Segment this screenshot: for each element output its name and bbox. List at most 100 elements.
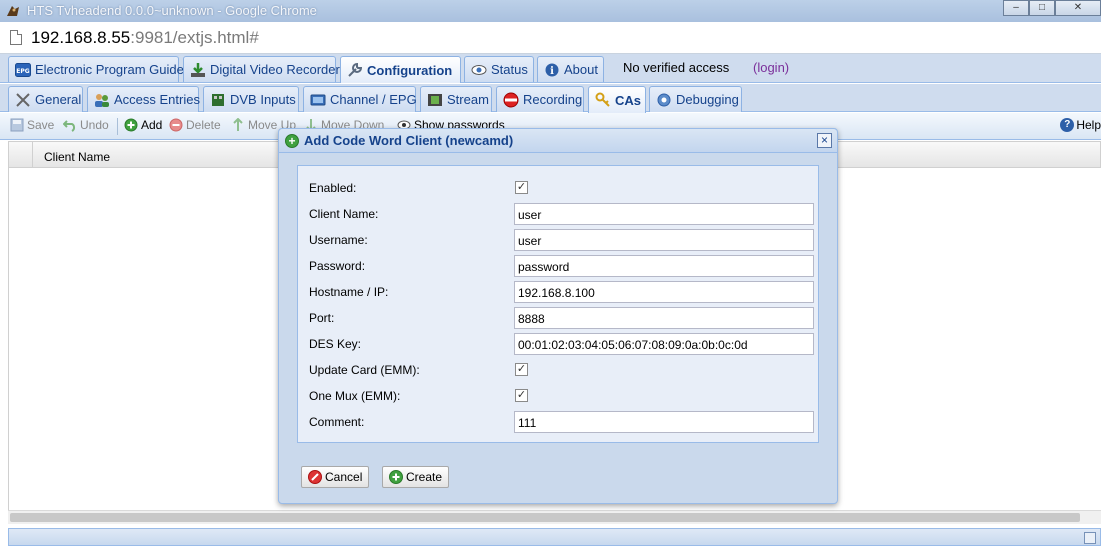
tab-configuration-label: Configuration bbox=[367, 62, 453, 78]
undo-icon bbox=[63, 118, 77, 132]
one-mux-label: One Mux (EMM): bbox=[309, 389, 401, 403]
rec-icon bbox=[503, 92, 519, 108]
dialog-close-button[interactable]: × bbox=[817, 133, 832, 148]
help-button[interactable]: ? Help bbox=[1060, 118, 1101, 132]
page-icon bbox=[10, 30, 22, 45]
one-mux-checkbox[interactable]: ✓ bbox=[515, 389, 528, 402]
svg-text:EPG: EPG bbox=[16, 68, 29, 75]
add-client-dialog: + Add Code Word Client (newcamd) × Enabl… bbox=[278, 128, 838, 504]
username-input[interactable]: user bbox=[514, 229, 814, 251]
tab-status[interactable]: Status bbox=[464, 56, 534, 82]
tab-status-label: Status bbox=[491, 62, 528, 77]
update-card-checkbox[interactable]: ✓ bbox=[515, 363, 528, 376]
enabled-label: Enabled: bbox=[309, 181, 357, 195]
minimize-button[interactable]: – bbox=[1003, 0, 1029, 16]
tab-about-label: About bbox=[564, 62, 598, 77]
tab-channel-epg-label: Channel / EPG bbox=[330, 92, 417, 107]
card-icon bbox=[210, 92, 226, 108]
field-client-name: Client Name: user bbox=[309, 203, 814, 225]
tab-dvr-label: Digital Video Recorder bbox=[210, 62, 340, 77]
update-card-label: Update Card (EMM): bbox=[309, 363, 420, 377]
tab-recording[interactable]: Recording bbox=[496, 86, 584, 112]
svg-text:i: i bbox=[550, 66, 554, 77]
save-label: Save bbox=[27, 118, 55, 132]
close-window-button[interactable]: ✕ bbox=[1055, 0, 1101, 16]
add-icon: + bbox=[285, 134, 299, 148]
add-button[interactable]: Add bbox=[124, 118, 162, 132]
main-tab-bar: EPG Electronic Program Guide Digital Vid… bbox=[0, 54, 1101, 83]
comment-label: Comment: bbox=[309, 415, 365, 429]
delete-icon bbox=[169, 118, 183, 132]
cancel-label: Cancel bbox=[325, 470, 363, 484]
help-label: Help bbox=[1076, 118, 1101, 132]
comment-input[interactable]: 111 bbox=[514, 411, 814, 433]
arrow-up-icon bbox=[231, 118, 245, 132]
save-icon bbox=[10, 118, 24, 132]
login-link[interactable]: (login) bbox=[753, 60, 789, 75]
window-title: HTS Tvheadend 0.0.0~unknown - Google Chr… bbox=[27, 3, 317, 18]
key-icon bbox=[595, 92, 611, 108]
scrollbar-thumb[interactable] bbox=[10, 513, 1080, 522]
tools-icon bbox=[15, 92, 31, 108]
tab-access-entries[interactable]: Access Entries bbox=[87, 86, 200, 112]
url-path: :9981/extjs.html# bbox=[130, 28, 259, 47]
field-port: Port: 8888 bbox=[309, 307, 814, 329]
hostname-label: Hostname / IP: bbox=[309, 285, 389, 299]
tab-epg-label: Electronic Program Guide bbox=[35, 62, 184, 77]
delete-button[interactable]: Delete bbox=[169, 118, 221, 132]
epg-icon: EPG bbox=[15, 62, 31, 78]
panel-toggle-button[interactable] bbox=[1084, 532, 1096, 544]
add-label: Add bbox=[141, 118, 163, 132]
wrench-icon bbox=[347, 62, 363, 78]
port-input[interactable]: 8888 bbox=[514, 307, 814, 329]
dialog-title: Add Code Word Client (newcamd) bbox=[304, 133, 514, 148]
des-key-input[interactable]: 00:01:02:03:04:05:06:07:08:09:0a:0b:0c:0… bbox=[514, 333, 814, 355]
tab-dvr[interactable]: Digital Video Recorder bbox=[183, 56, 340, 82]
port-label: Port: bbox=[309, 311, 335, 325]
users-icon bbox=[94, 92, 110, 108]
save-button[interactable]: Save bbox=[10, 118, 54, 132]
undo-button[interactable]: Undo bbox=[63, 118, 109, 132]
dialog-header: + Add Code Word Client (newcamd) × bbox=[279, 129, 837, 153]
dialog-form: Enabled: ✓ Client Name: user Username: u… bbox=[297, 165, 819, 443]
film-icon bbox=[427, 92, 443, 108]
field-enabled: Enabled: ✓ bbox=[309, 177, 814, 199]
field-hostname: Hostname / IP: 192.168.8.100 bbox=[309, 281, 814, 303]
tab-recording-label: Recording bbox=[523, 92, 583, 107]
tab-channel-epg[interactable]: Channel / EPG bbox=[303, 86, 417, 112]
url-text[interactable]: 192.168.8.55:9981/extjs.html# bbox=[31, 28, 259, 48]
field-update-card: Update Card (EMM): ✓ bbox=[309, 359, 814, 381]
password-input[interactable]: password bbox=[514, 255, 814, 277]
field-username: Username: user bbox=[309, 229, 814, 251]
tab-cas[interactable]: CAs bbox=[588, 86, 646, 113]
hostname-input[interactable]: 192.168.8.100 bbox=[514, 281, 814, 303]
window-controls: – □ ✕ bbox=[1003, 0, 1101, 16]
create-button[interactable]: Create bbox=[382, 466, 450, 488]
enabled-checkbox[interactable]: ✓ bbox=[515, 181, 528, 194]
tab-dvb-inputs-label: DVB Inputs bbox=[230, 92, 296, 107]
tab-epg[interactable]: EPG Electronic Program Guide bbox=[8, 56, 184, 82]
cancel-button[interactable]: Cancel bbox=[301, 466, 370, 488]
url-host: 192.168.8.55 bbox=[31, 28, 131, 47]
tab-stream-label: Stream bbox=[447, 92, 489, 107]
tab-stream[interactable]: Stream bbox=[420, 86, 492, 112]
bottom-panel bbox=[8, 528, 1101, 546]
field-des-key: DES Key: 00:01:02:03:04:05:06:07:08:09:0… bbox=[309, 333, 814, 355]
tab-about[interactable]: i About bbox=[537, 56, 604, 82]
tab-configuration[interactable]: Configuration bbox=[340, 56, 461, 83]
toolbar-separator bbox=[117, 118, 118, 135]
maximize-button[interactable]: □ bbox=[1029, 0, 1055, 16]
eye-icon bbox=[471, 62, 487, 78]
add-icon bbox=[389, 470, 403, 484]
help-icon: ? bbox=[1060, 118, 1075, 132]
select-all-column[interactable] bbox=[9, 142, 33, 167]
client-name-input[interactable]: user bbox=[514, 203, 814, 225]
column-client-name[interactable]: Client Name bbox=[44, 150, 110, 164]
tab-dvb-inputs[interactable]: DVB Inputs bbox=[203, 86, 299, 112]
horizontal-scrollbar[interactable] bbox=[8, 510, 1101, 524]
cancel-icon bbox=[308, 470, 322, 484]
bug-icon bbox=[656, 92, 672, 108]
tab-debugging[interactable]: Debugging bbox=[649, 86, 742, 112]
tab-general[interactable]: General bbox=[8, 86, 83, 112]
address-bar[interactable]: 192.168.8.55:9981/extjs.html# bbox=[0, 22, 1101, 54]
